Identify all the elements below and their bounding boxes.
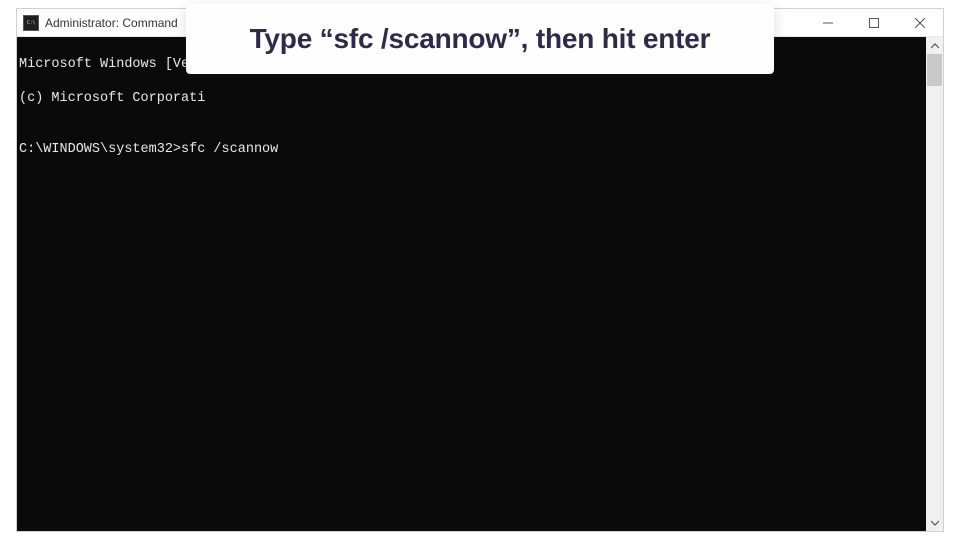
vertical-scrollbar[interactable]: [926, 37, 943, 531]
close-icon: [915, 18, 925, 28]
chevron-down-icon: [931, 520, 939, 526]
scroll-down-button[interactable]: [926, 514, 943, 531]
window-title: Administrator: Command: [45, 16, 178, 30]
console-output[interactable]: Microsoft Windows [Vers (c) Microsoft Co…: [17, 37, 926, 531]
minimize-icon: [823, 18, 833, 28]
cmd-icon: [23, 15, 39, 31]
scroll-track[interactable]: [926, 54, 943, 514]
instruction-text: Type “sfc /scannow”, then hit enter: [250, 23, 711, 55]
command-prompt-window: Administrator: Command Microsoft Windows…: [16, 8, 944, 532]
console-line: (c) Microsoft Corporati: [19, 90, 926, 107]
window-controls: [805, 9, 943, 37]
close-button[interactable]: [897, 9, 943, 37]
prompt-text: C:\WINDOWS\system32>: [19, 141, 181, 158]
instruction-callout: Type “sfc /scannow”, then hit enter: [186, 4, 774, 74]
chevron-up-icon: [931, 43, 939, 49]
console-area: Microsoft Windows [Vers (c) Microsoft Co…: [17, 37, 943, 531]
maximize-button[interactable]: [851, 9, 897, 37]
command-input[interactable]: [181, 141, 926, 158]
scroll-up-button[interactable]: [926, 37, 943, 54]
minimize-button[interactable]: [805, 9, 851, 37]
maximize-icon: [869, 18, 879, 28]
scroll-thumb[interactable]: [927, 54, 942, 86]
